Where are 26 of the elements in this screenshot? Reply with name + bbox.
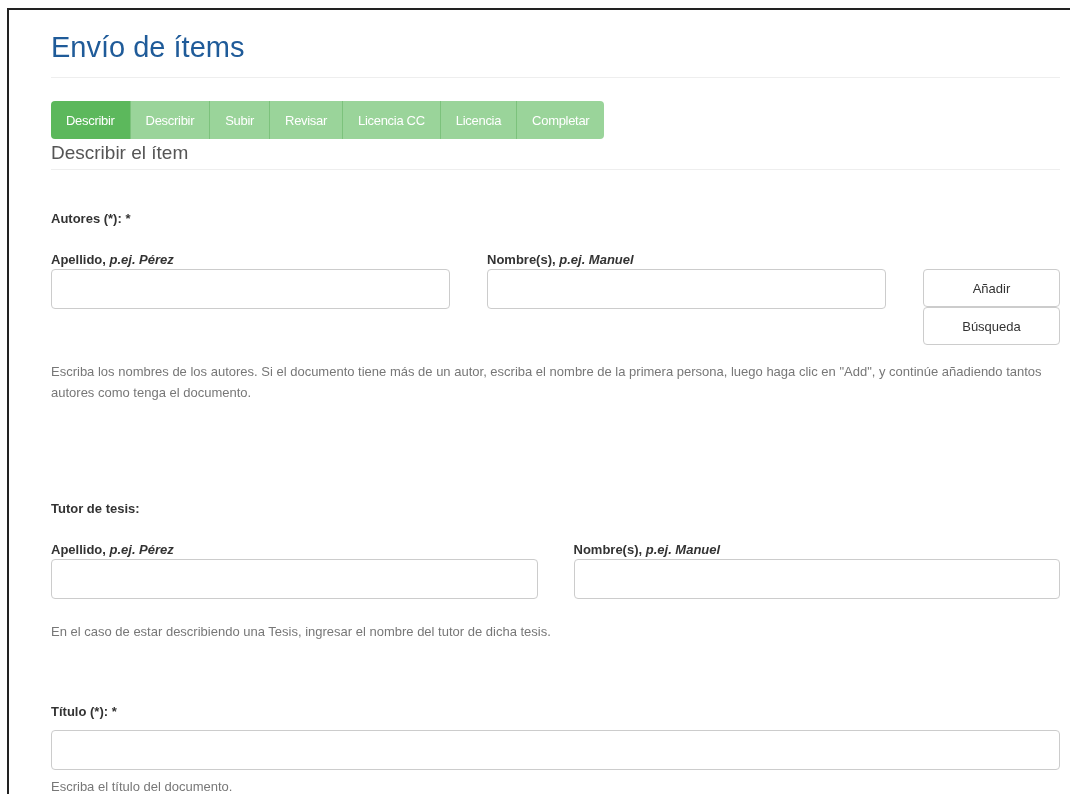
input-field[interactable] [573, 559, 1060, 599]
step-tab[interactable]: Licencia [440, 101, 518, 139]
step-tab[interactable]: Licencia CC [343, 101, 441, 139]
help-text: En el caso de estar describiendo una Tesis, ingresar el nombre del tutor de dicha tesis. [51, 623, 552, 641]
step-tab[interactable]: Subir [210, 101, 271, 139]
field-label: Apellido, p.ej. Pérez [51, 252, 175, 269]
page-title: Envío de ítems [51, 30, 246, 64]
section-title: Describir el ítem [51, 141, 190, 165]
input-field[interactable] [487, 269, 886, 309]
field-label: Autores (*): * [51, 211, 132, 226]
input-field[interactable] [51, 559, 538, 599]
input-field[interactable] [51, 730, 1060, 770]
input-field[interactable] [51, 269, 450, 309]
help-text: Escriba el título del documento. [51, 778, 234, 796]
action-button[interactable]: Añadir [923, 269, 1060, 307]
step-tab[interactable]: Describir [130, 101, 211, 139]
step-tab[interactable]: Revisar [270, 101, 343, 139]
field-label: Tutor de tesis: [51, 501, 141, 516]
help-text: Escriba los nombres de los autores. Si el documento tiene más de un autor, escriba el nombre de la primera persona, luego haga clic en "Add", y continúe añadiendo tantos autores como tenga el documento. [51, 363, 1043, 402]
action-button[interactable]: Búsqueda [923, 307, 1060, 345]
step-tab[interactable]: Completar [517, 101, 605, 139]
field-label: Nombre(s), p.ej. Manuel [487, 252, 635, 269]
field-label: Título (*): * [51, 704, 118, 719]
step-tab[interactable]: Describir [51, 101, 131, 139]
field-label: Apellido, p.ej. Pérez [51, 542, 175, 559]
field-label: Nombre(s), p.ej. Manuel [573, 542, 722, 559]
